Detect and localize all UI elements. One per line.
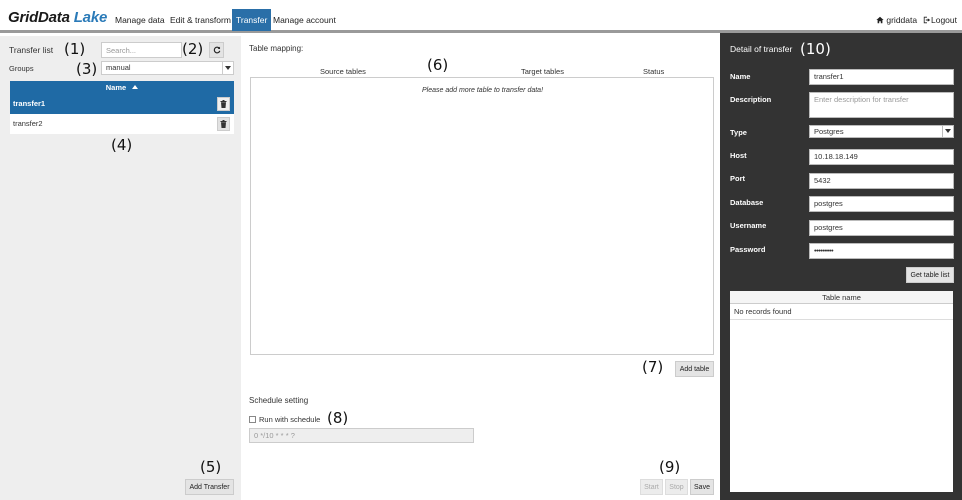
annotation-1: (1): [64, 40, 86, 58]
cron-expression-input[interactable]: 0 */10 * * * ?: [249, 428, 474, 443]
add-transfer-button[interactable]: Add Transfer: [185, 479, 234, 495]
run-with-schedule-checkbox[interactable]: [249, 416, 256, 423]
empty-mapping-message: Please add more table to transfer data!: [422, 87, 544, 94]
groups-label: Groups: [9, 64, 34, 73]
name-column-label: Name: [105, 83, 127, 92]
search-input[interactable]: Search...: [101, 42, 182, 58]
nav-manage-data[interactable]: Manage data: [111, 9, 169, 31]
run-with-schedule-row[interactable]: Run with schedule: [249, 415, 320, 424]
table-mapping-title: Table mapping:: [249, 44, 304, 53]
transfer-row-name: transfer2: [13, 119, 43, 128]
groups-dropdown-toggle[interactable]: [222, 62, 233, 74]
caret-down-icon: [225, 66, 231, 70]
get-table-list-button[interactable]: Get table list: [906, 267, 954, 283]
annotation-6: (6): [427, 56, 449, 74]
annotation-7: (7): [642, 358, 664, 376]
delete-button[interactable]: [217, 97, 230, 111]
type-label: Type: [730, 128, 747, 137]
refresh-button[interactable]: [209, 42, 224, 58]
column-source-tables: Source tables: [320, 67, 366, 76]
user-link[interactable]: griddata: [876, 9, 917, 31]
database-input[interactable]: postgres: [809, 196, 954, 212]
home-icon: [876, 16, 884, 24]
brand-text-lake: Lake: [73, 9, 108, 26]
add-table-button[interactable]: Add table: [675, 361, 714, 377]
column-status: Status: [643, 67, 665, 76]
description-textarea[interactable]: Enter description for transfer: [809, 92, 954, 118]
annotation-9: (9): [659, 458, 681, 476]
trash-icon: [220, 100, 227, 108]
refresh-icon: [213, 46, 220, 54]
table-name-grid: Table name No records found: [730, 291, 953, 492]
groups-selected-value: manual: [106, 63, 131, 72]
transfer-list-panel: Transfer list Search... Groups manual Na…: [0, 36, 241, 500]
name-label: Name: [730, 72, 751, 81]
name-input[interactable]: transfer1: [809, 69, 954, 85]
save-button[interactable]: Save: [690, 479, 714, 495]
table-name-header[interactable]: Table name: [730, 291, 953, 304]
table-mapping-grid: Please add more table to transfer data!: [250, 77, 714, 355]
transfer-row-name: transfer1: [13, 99, 46, 108]
transfer-list-title: Transfer list: [9, 45, 54, 55]
run-with-schedule-label: Run with schedule: [259, 415, 321, 424]
stop-button[interactable]: Stop: [665, 479, 688, 495]
start-button[interactable]: Start: [640, 479, 663, 495]
annotation-4: (4): [111, 136, 133, 154]
nav-manage-account[interactable]: Manage account: [269, 9, 340, 31]
no-records-message: No records found: [730, 304, 953, 320]
groups-select[interactable]: manual: [101, 61, 234, 75]
nav-edit-transform[interactable]: Edit & transform: [166, 9, 235, 31]
trash-icon: [220, 120, 227, 128]
sort-asc-icon: [132, 85, 139, 89]
username-label: Username: [730, 221, 767, 230]
logout-link[interactable]: Logout: [923, 9, 957, 31]
brand-text-griddata: GridData: [8, 9, 70, 26]
type-dropdown-toggle[interactable]: [942, 126, 953, 137]
type-select[interactable]: Postgres: [809, 125, 954, 138]
database-label: Database: [730, 198, 764, 207]
column-target-tables: Target tables: [521, 67, 564, 76]
password-label: Password: [730, 245, 766, 254]
annotation-10: (10): [800, 40, 831, 58]
caret-down-icon: [945, 129, 951, 133]
annotation-3: (3): [76, 60, 98, 78]
port-input[interactable]: 5432: [809, 173, 954, 189]
transfer-detail-panel: Detail of transfer (10) Name transfer1 D…: [720, 33, 962, 500]
annotation-2: (2): [182, 40, 204, 58]
table-mapping-panel: Table mapping: (6) Source tables Target …: [241, 36, 720, 500]
host-input[interactable]: 10.18.18.149: [809, 149, 954, 165]
top-navbar: GridData Lake Manage data Edit & transfo…: [0, 0, 962, 33]
transfer-row[interactable]: transfer2: [10, 114, 234, 134]
detail-title: Detail of transfer: [730, 44, 793, 54]
transfer-row[interactable]: transfer1: [10, 94, 234, 114]
name-column-header[interactable]: Name: [10, 81, 234, 94]
user-name: griddata: [886, 15, 918, 25]
type-selected-value: Postgres: [814, 127, 844, 136]
annotation-5: (5): [200, 458, 222, 476]
host-label: Host: [730, 151, 747, 160]
schedule-setting-title: Schedule setting: [249, 396, 309, 405]
annotation-8: (8): [327, 409, 349, 427]
port-label: Port: [730, 174, 745, 183]
logout-label: Logout: [931, 15, 957, 25]
logout-icon: [923, 16, 931, 24]
brand-logo[interactable]: GridData Lake: [8, 9, 107, 26]
nav-transfer[interactable]: Transfer: [232, 9, 272, 31]
password-input[interactable]: •••••••••: [809, 243, 954, 259]
delete-button[interactable]: [217, 117, 230, 131]
username-input[interactable]: postgres: [809, 220, 954, 236]
description-label: Description: [730, 95, 772, 104]
